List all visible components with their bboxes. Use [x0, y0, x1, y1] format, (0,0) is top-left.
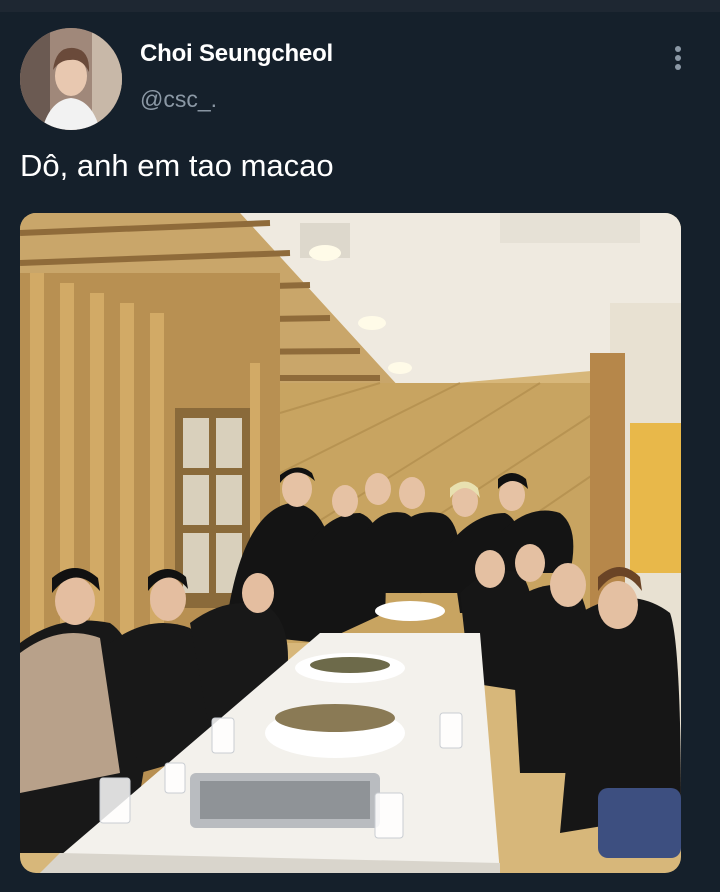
- tweet-text: Dô, anh em tao macao: [20, 148, 334, 183]
- author-handle[interactable]: @csc_.: [140, 86, 217, 113]
- group-photo-image: [20, 213, 681, 873]
- avatar[interactable]: [20, 28, 122, 130]
- author-name[interactable]: Choi Seungcheol: [140, 40, 333, 68]
- more-options-icon[interactable]: [664, 46, 692, 80]
- top-bar: [0, 0, 720, 12]
- tweet-photo[interactable]: [20, 213, 681, 873]
- avatar-image: [20, 28, 122, 130]
